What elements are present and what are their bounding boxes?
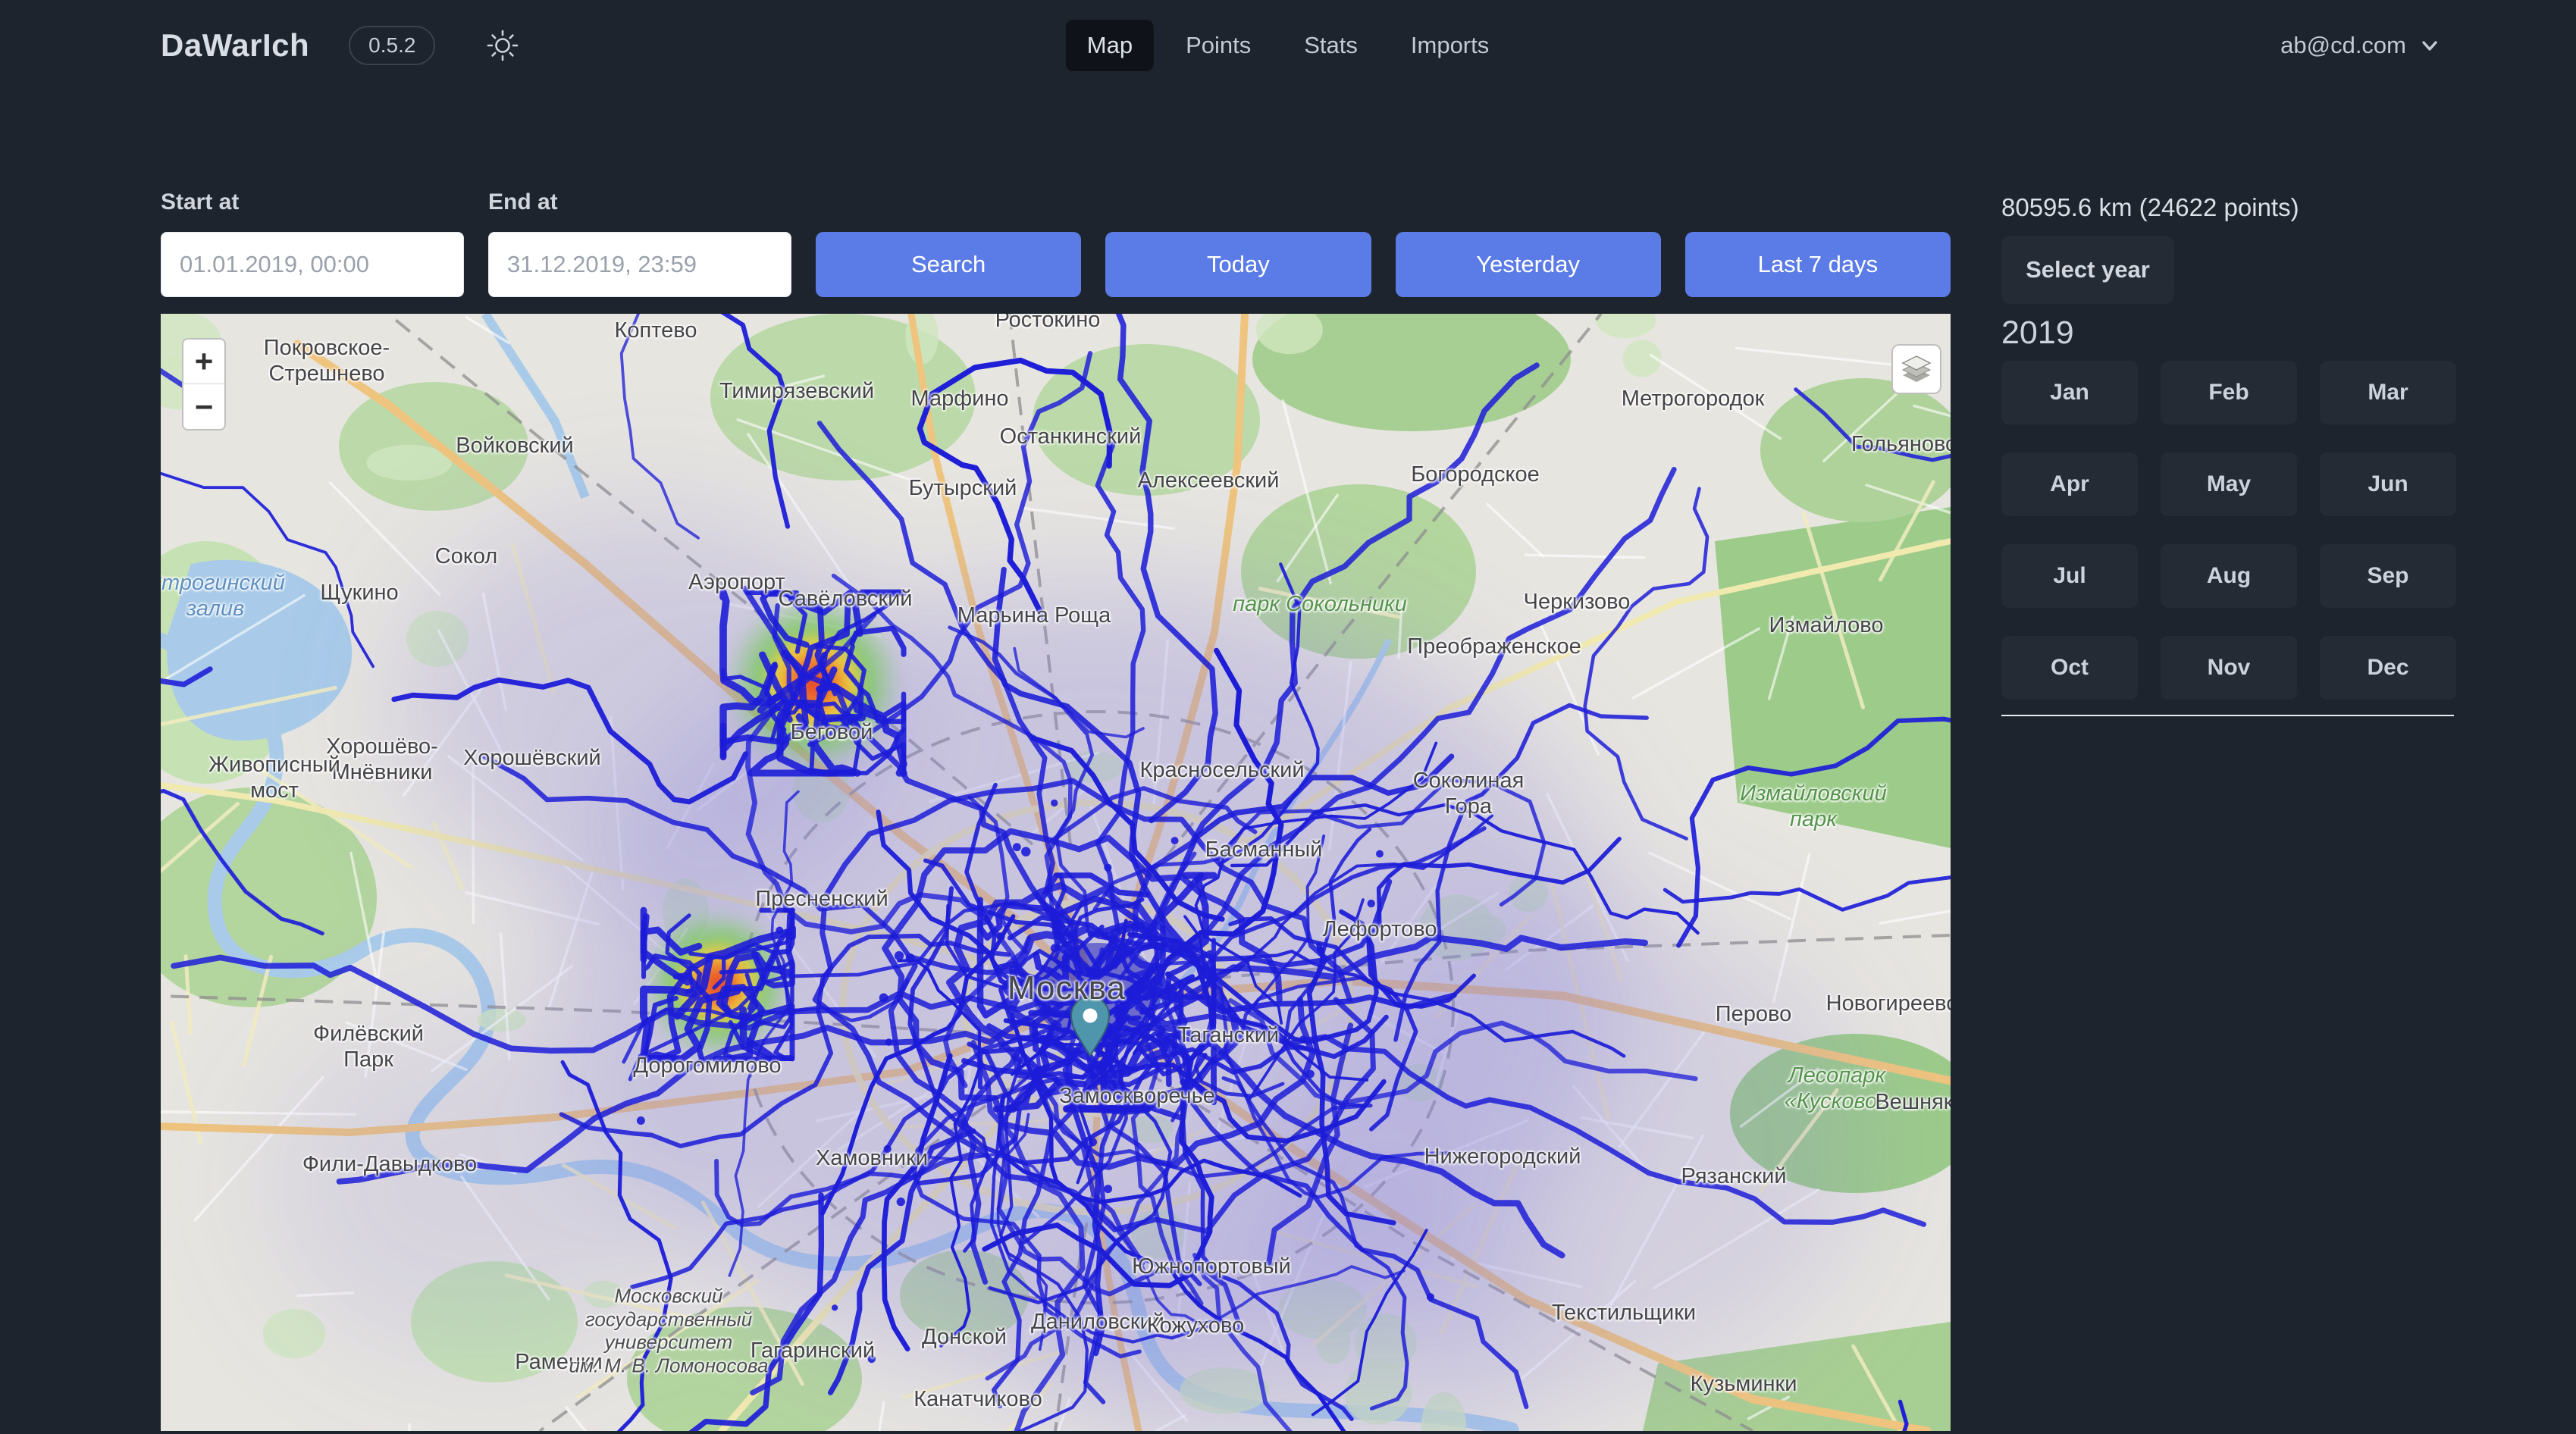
main-nav: Map Points Stats Imports xyxy=(1066,20,1511,71)
month-button-dec[interactable]: Dec xyxy=(2320,636,2456,700)
zoom-out-button[interactable]: − xyxy=(183,384,224,429)
month-button-may[interactable]: May xyxy=(2161,452,2297,516)
month-button-feb[interactable]: Feb xyxy=(2161,361,2297,424)
search-button[interactable]: Search xyxy=(816,232,1081,297)
month-button-jan[interactable]: Jan xyxy=(2001,361,2138,424)
start-at-label: Start at xyxy=(161,189,464,215)
today-button[interactable]: Today xyxy=(1105,232,1371,297)
tab-map[interactable]: Map xyxy=(1066,20,1154,71)
map-column: Start at End at Search Today Yesterday L… xyxy=(161,91,1951,1431)
map-canvas[interactable]: Покровское- СтрешневоКоптевоТимирязевски… xyxy=(161,314,1951,1431)
yesterday-button[interactable]: Yesterday xyxy=(1396,232,1661,297)
month-button-jul[interactable]: Jul xyxy=(2001,544,2138,608)
end-at-input[interactable] xyxy=(488,232,791,297)
month-button-aug[interactable]: Aug xyxy=(2161,544,2297,608)
brand: DaWarIch 0.5.2 xyxy=(161,26,520,65)
layers-control[interactable] xyxy=(1891,344,1941,394)
app-root: DaWarIch 0.5.2 Map Points Stats Imports … xyxy=(0,0,2576,1431)
zoom-control: + − xyxy=(182,338,226,431)
tab-stats[interactable]: Stats xyxy=(1283,20,1379,71)
sidebar: 80595.6 km (24622 points) Select year 20… xyxy=(2001,91,2456,716)
month-button-sep[interactable]: Sep xyxy=(2320,544,2456,608)
user-email: ab@cd.com xyxy=(2280,32,2406,59)
month-button-mar[interactable]: Mar xyxy=(2320,361,2456,424)
theme-toggle-sun-icon[interactable] xyxy=(485,28,520,63)
end-at-field: End at xyxy=(488,189,791,297)
start-at-field: Start at xyxy=(161,189,464,297)
filters-bar: Start at End at Search Today Yesterday L… xyxy=(161,189,1951,297)
version-badge: 0.5.2 xyxy=(349,26,435,65)
user-menu[interactable]: ab@cd.com xyxy=(2280,32,2441,59)
months-grid: Jan Feb Mar Apr May Jun Jul Aug Sep Oct Nov Dec xyxy=(2001,361,2456,700)
app-logo: DaWarIch xyxy=(161,27,309,64)
tab-points[interactable]: Points xyxy=(1164,20,1272,71)
end-at-label: End at xyxy=(488,189,791,215)
month-button-jun[interactable]: Jun xyxy=(2320,452,2456,516)
layers-icon xyxy=(1899,352,1934,387)
select-year-button[interactable]: Select year xyxy=(2001,236,2174,304)
start-at-input[interactable] xyxy=(161,232,464,297)
map-tiles xyxy=(161,314,1951,1431)
main-content: Start at End at Search Today Yesterday L… xyxy=(0,91,2576,1431)
sidebar-divider xyxy=(2001,715,2454,716)
header: DaWarIch 0.5.2 Map Points Stats Imports … xyxy=(0,0,2576,91)
chevron-down-icon xyxy=(2418,34,2441,57)
distance-stats: 80595.6 km (24622 points) xyxy=(2001,193,2456,224)
last-7-days-button[interactable]: Last 7 days xyxy=(1685,232,1951,297)
zoom-in-button[interactable]: + xyxy=(183,340,224,384)
month-button-apr[interactable]: Apr xyxy=(2001,452,2138,516)
year-heading: 2019 xyxy=(2001,315,2456,352)
month-button-nov[interactable]: Nov xyxy=(2161,636,2297,700)
month-button-oct[interactable]: Oct xyxy=(2001,636,2138,700)
tab-imports[interactable]: Imports xyxy=(1390,20,1510,71)
